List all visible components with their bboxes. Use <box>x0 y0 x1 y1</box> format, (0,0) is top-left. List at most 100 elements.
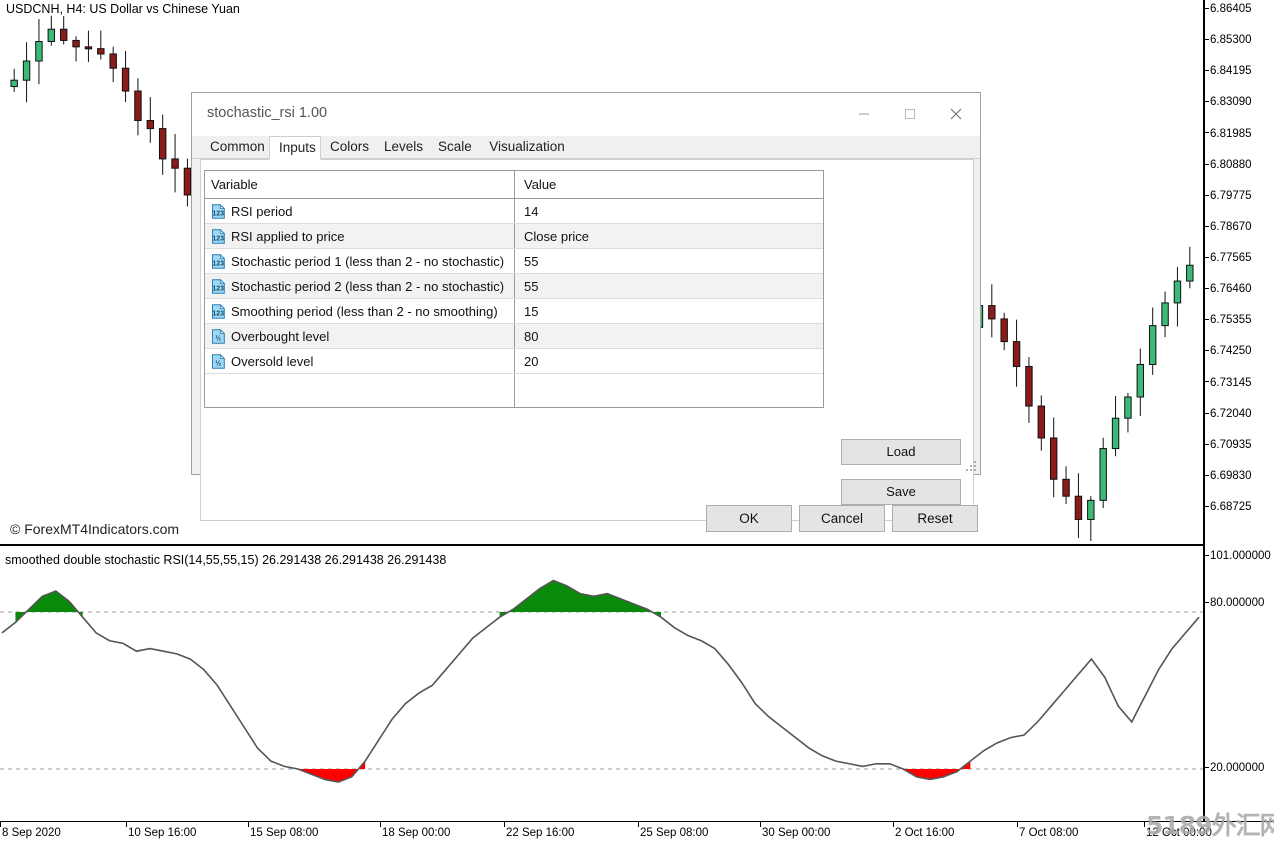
value-cell[interactable]: 15 <box>516 299 823 323</box>
table-row[interactable]: 123 RSI applied to price Close price <box>205 224 823 249</box>
svg-text:123: 123 <box>212 310 224 317</box>
value-cell[interactable]: 14 <box>516 199 823 223</box>
table-row[interactable]: 123 RSI period 14 <box>205 199 823 224</box>
minimize-button[interactable] <box>841 93 887 135</box>
variable-value: 55 <box>524 279 538 294</box>
header-cell-variable: Variable <box>205 171 515 198</box>
tab-scale[interactable]: Scale <box>429 136 479 159</box>
time-tick-label: 25 Sep 08:00 <box>640 827 708 839</box>
empty-value-cell <box>516 374 823 408</box>
table-empty-area <box>205 374 823 408</box>
tab-visualization[interactable]: Visualization <box>479 136 575 159</box>
oversold-fill-region <box>298 761 365 782</box>
close-button[interactable] <box>933 93 979 135</box>
indicator-tick-label: 20.000000 <box>1204 762 1274 775</box>
dialog-titlebar[interactable]: stochastic_rsi 1.00 <box>192 93 980 136</box>
price-tick-label: 6.69830 <box>1204 470 1274 483</box>
time-tick-mark <box>504 822 505 827</box>
pane-divider[interactable] <box>0 545 1205 546</box>
table-row[interactable]: 123Stochastic period 1 (less than 2 - no… <box>205 249 823 274</box>
tab-inputs[interactable]: Inputs <box>269 136 321 160</box>
dialog-title: stochastic_rsi 1.00 <box>207 105 327 121</box>
indicator-plot <box>0 546 1204 821</box>
cancel-button[interactable]: Cancel <box>799 505 885 532</box>
value-cell[interactable]: 55 <box>516 274 823 298</box>
svg-text:123: 123 <box>212 285 224 292</box>
time-tick-mark <box>1144 822 1145 827</box>
time-tick-label: 8 Sep 2020 <box>2 827 61 839</box>
variable-value: 20 <box>524 354 538 369</box>
variable-name: Oversold level <box>231 354 313 369</box>
indicator-properties-dialog[interactable]: stochastic_rsi 1.00 CommonInputsColorsLe… <box>191 92 981 475</box>
variable-name: RSI applied to price <box>231 229 344 244</box>
time-tick-label: 10 Sep 16:00 <box>128 827 196 839</box>
price-tick-label: 6.84195 <box>1204 65 1274 78</box>
variable-name: Overbought level <box>231 329 329 344</box>
int-123-icon: 123 <box>211 304 226 319</box>
price-tick-label: 6.74250 <box>1204 345 1274 358</box>
price-tick-label: 6.80880 <box>1204 159 1274 172</box>
save-button[interactable]: Save <box>841 479 961 505</box>
reset-button[interactable]: Reset <box>892 505 978 532</box>
tab-common[interactable]: Common <box>201 136 269 159</box>
resize-grip-icon[interactable] <box>966 461 977 472</box>
time-axis[interactable]: 8 Sep 2020 10 Sep 16:00 15 Sep 08:00 18 Sep… <box>0 822 1274 845</box>
time-tick-mark <box>760 822 761 827</box>
header-cell-value: Value <box>516 171 823 198</box>
table-row[interactable]: 123 Smoothing period (less than 2 - no sm… <box>205 299 823 324</box>
oversold-fill-region <box>903 761 970 779</box>
double-half-icon: ½ <box>211 354 226 369</box>
ok-button[interactable]: OK <box>706 505 792 532</box>
price-tick-label: 6.68725 <box>1204 501 1274 514</box>
time-tick-label: 2 Oct 16:00 <box>895 827 954 839</box>
variable-cell: ½ Oversold level <box>205 349 515 373</box>
value-cell[interactable]: 80 <box>516 324 823 348</box>
time-tick-label: 15 Sep 08:00 <box>250 827 318 839</box>
price-scale-axis[interactable]: 6.864056.853006.841956.830906.819856.808… <box>1204 0 1274 545</box>
price-tick-label: 6.77565 <box>1204 252 1274 265</box>
value-cell[interactable]: Close price <box>516 224 823 248</box>
int-123-icon: 123 <box>211 304 226 319</box>
svg-text:123: 123 <box>212 210 224 217</box>
table-row[interactable]: 123Stochastic period 2 (less than 2 - no… <box>205 274 823 299</box>
int-123-icon: 123 <box>211 229 226 244</box>
maximize-button[interactable] <box>887 93 933 135</box>
value-cell[interactable]: 55 <box>516 249 823 273</box>
dialog-tabstrip[interactable]: CommonInputsColorsLevelsScaleVisualizati… <box>192 136 980 159</box>
header-variable-label: Variable <box>211 177 258 192</box>
double-half-icon: ½ <box>211 329 226 344</box>
variable-value: 80 <box>524 329 538 344</box>
minimize-icon <box>857 107 871 121</box>
price-tick-label: 6.72040 <box>1204 408 1274 421</box>
int-123-icon: 123 <box>211 279 226 294</box>
price-tick-label: 6.79775 <box>1204 190 1274 203</box>
overbought-fill-region <box>15 591 82 622</box>
int-123-icon: 123 <box>211 204 226 219</box>
variable-name: RSI period <box>231 204 292 219</box>
indicator-scale-axis[interactable]: 101.00000080.00000020.000000 <box>1204 546 1274 821</box>
inputs-variable-table[interactable]: Variable Value 123 RSI period 14 123 RSI app… <box>204 170 824 408</box>
variable-cell: 123 RSI period <box>205 199 515 223</box>
value-cell[interactable]: 20 <box>516 349 823 373</box>
table-row[interactable]: ½ Overbought level 80 <box>205 324 823 349</box>
time-tick-mark <box>893 822 894 827</box>
variable-value: Close price <box>524 229 589 244</box>
tab-colors[interactable]: Colors <box>321 136 375 159</box>
axis-vertical-line <box>1204 0 1205 821</box>
table-row[interactable]: ½ Oversold level 20 <box>205 349 823 374</box>
price-tick-label: 6.86405 <box>1204 3 1274 16</box>
indicator-label: smoothed double stochastic RSI(14,55,55,… <box>5 553 446 567</box>
svg-text:123: 123 <box>212 260 224 267</box>
variable-cell: ½ Overbought level <box>205 324 515 348</box>
variable-cell: 123 RSI applied to price <box>205 224 515 248</box>
time-tick-label: 18 Sep 00:00 <box>382 827 450 839</box>
price-tick-label: 6.83090 <box>1204 96 1274 109</box>
indicator-subwindow[interactable] <box>0 546 1204 821</box>
inputs-tab-panel: Variable Value 123 RSI period 14 123 RSI app… <box>200 159 974 521</box>
int-123-icon: 123 <box>211 204 226 219</box>
load-button[interactable]: Load <box>841 439 961 465</box>
overbought-fill-region <box>500 581 661 618</box>
int-123-icon: 123 <box>211 279 226 294</box>
variable-name: Smoothing period (less than 2 - no smoot… <box>231 304 498 319</box>
tab-levels[interactable]: Levels <box>375 136 429 159</box>
